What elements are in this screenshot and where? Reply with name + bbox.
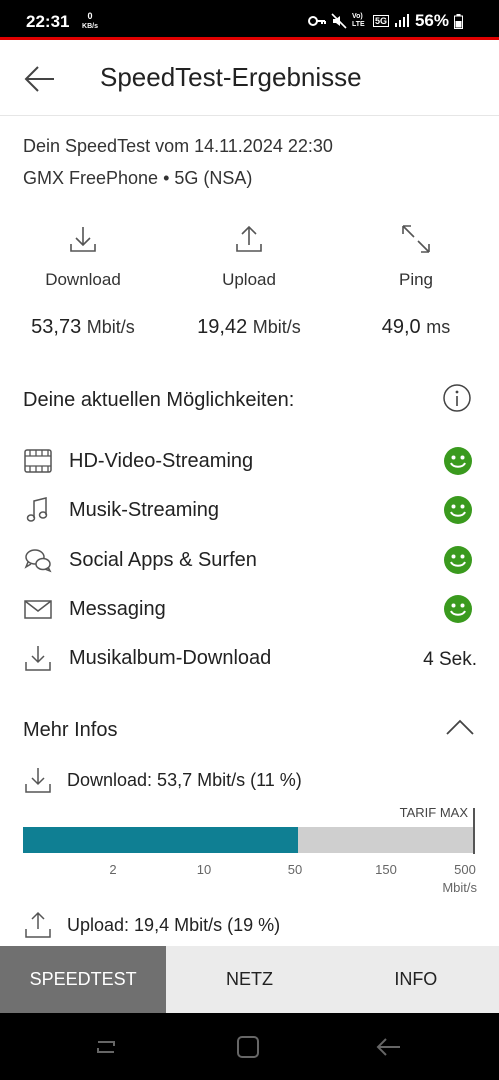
chevron-up-icon[interactable] (444, 716, 476, 738)
envelope-icon (24, 600, 52, 619)
smiley-ok-icon (444, 447, 472, 475)
music-note-icon (26, 497, 48, 522)
download-detail-text: Download: 53,7 Mbit/s (11 %) (67, 770, 302, 790)
speed-bar-fill (23, 827, 299, 853)
recent-apps-icon[interactable] (92, 1033, 120, 1061)
capability-row: Musikalbum-Download 4 Sek. (23, 641, 477, 677)
status-icons: Vo) LTE 5G 56% (307, 11, 463, 30)
film-icon (24, 449, 52, 473)
capability-value: 4 Sek. (423, 649, 477, 670)
capability-label: Messaging (69, 598, 166, 620)
info-icon[interactable] (442, 383, 472, 413)
net-speed: 0 KB/s (82, 11, 98, 31)
capability-row: Messaging (23, 592, 477, 628)
ping-arrows-icon (402, 225, 430, 253)
upload-icon (236, 225, 262, 252)
home-icon[interactable] (234, 1033, 262, 1061)
tab-speedtest[interactable]: SPEEDTEST (0, 946, 167, 1013)
capability-label: Social Apps & Surfen (69, 549, 257, 571)
scale-tick: 500 (454, 862, 476, 877)
capability-label: Musik-Streaming (69, 499, 220, 521)
metric-download: Download 53,73 Mbit/s (13, 222, 153, 339)
back-nav-icon[interactable] (374, 1033, 402, 1061)
smiley-ok-icon (444, 546, 472, 574)
upload-icon (25, 911, 51, 938)
metric-ping: Ping 49,0 ms (346, 222, 486, 339)
key-icon (307, 16, 326, 26)
chat-bubbles-icon (24, 549, 52, 573)
capability-row: Social Apps & Surfen (23, 543, 477, 579)
tab-info[interactable]: INFO (333, 946, 499, 1013)
tarif-max-label: TARIF MAX (399, 805, 468, 820)
more-info-title: Mehr Infos (23, 719, 118, 741)
capability-row: HD-Video-Streaming (23, 444, 477, 480)
status-bar: 22:31 0 KB/s Vo) LTE 5G 56% (0, 0, 499, 40)
capability-row: Musik-Streaming (23, 493, 477, 529)
signal-icon (394, 14, 409, 27)
smiley-ok-icon (444, 595, 472, 623)
speed-bar (23, 827, 474, 853)
scale-tick: 150 (375, 862, 397, 877)
metric-upload: Upload 19,42 Mbit/s (179, 222, 319, 339)
battery-icon (454, 13, 463, 29)
mute-icon (331, 13, 347, 29)
scale-tick: 50 (287, 862, 303, 877)
scale-tick: 2 (109, 862, 117, 877)
app-header: SpeedTest-Ergebnisse (0, 40, 499, 116)
download-icon (25, 768, 51, 793)
arrow-left-icon[interactable] (22, 62, 56, 96)
upload-detail: Upload: 19,4 Mbit/s (19 %) (23, 910, 483, 942)
tab-netz[interactable]: NETZ (166, 946, 332, 1013)
download-detail: Download: 53,7 Mbit/s (11 %) (23, 765, 483, 797)
download-icon (25, 646, 51, 671)
provider-info: GMX FreePhone • 5G (NSA) (23, 168, 253, 188)
tarif-max-marker (473, 808, 475, 854)
download-icon (70, 227, 96, 252)
metric-value: 49,0 ms (381, 316, 451, 338)
metric-label: Download (45, 270, 121, 289)
bottom-tab-bar: SPEEDTEST NETZ INFO (0, 946, 499, 1013)
test-date: Dein SpeedTest vom 14.11.2024 22:30 (23, 136, 333, 156)
metric-value: 19,42 Mbit/s (197, 316, 301, 338)
metric-label: Ping (398, 270, 434, 289)
capability-label: Musikalbum-Download (69, 647, 272, 669)
clock: 22:31 (26, 12, 70, 31)
volte-icon: Vo) LTE (351, 13, 365, 28)
metric-value: 53,73 Mbit/s (31, 316, 135, 338)
scale-unit: Mbit/s (442, 880, 477, 895)
system-nav-bar (0, 1013, 499, 1080)
capability-label: HD-Video-Streaming (69, 450, 254, 472)
metric-label: Upload (222, 270, 276, 289)
battery-percent: 56% (414, 11, 449, 30)
upload-detail-text: Upload: 19,4 Mbit/s (19 %) (67, 915, 281, 935)
capabilities-title: Deine aktuellen Möglichkeiten: (23, 389, 295, 411)
smiley-ok-icon (444, 496, 472, 524)
scale-tick: 10 (196, 862, 212, 877)
page-title: SpeedTest-Ergebnisse (100, 62, 362, 92)
network-5g-icon: 5G (372, 15, 389, 27)
